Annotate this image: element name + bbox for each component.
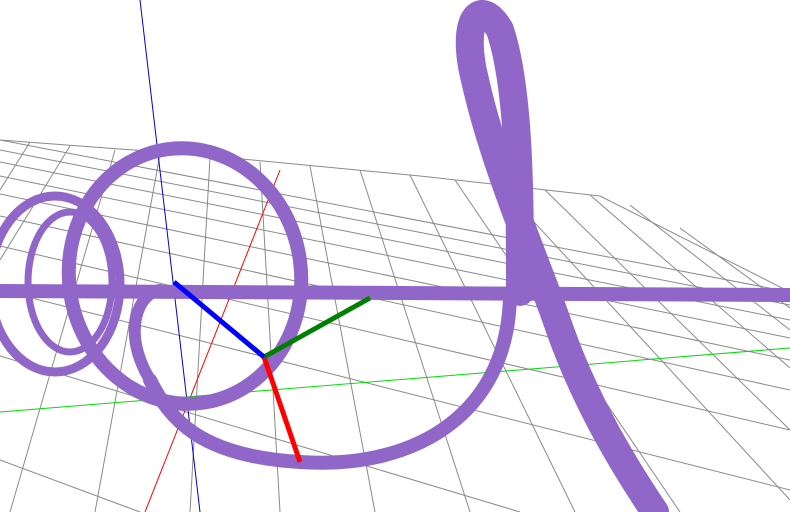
helix-loop [128, 284, 166, 386]
helix-tube [0, 0, 790, 512]
grid-line [629, 204, 790, 331]
y-axis [262, 295, 372, 360]
grid-line [0, 459, 141, 512]
helix-axis-tube [0, 284, 790, 302]
x-axis [261, 356, 303, 463]
grid-line [499, 184, 790, 501]
helix-loop [0, 191, 125, 377]
grid-line [0, 141, 31, 191]
grid-line [189, 157, 211, 512]
helix-loop [455, 0, 669, 512]
3d-scene[interactable] [0, 0, 790, 512]
grid-line [589, 194, 790, 369]
3d-viewport[interactable] [0, 0, 790, 512]
